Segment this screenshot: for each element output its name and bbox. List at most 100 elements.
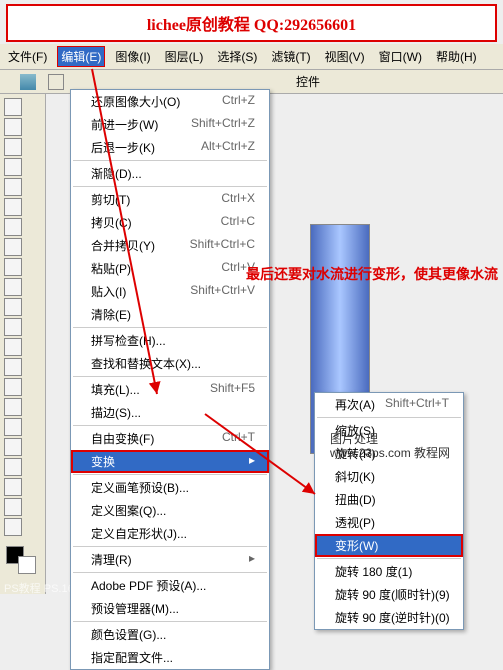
edit-menu-item-14[interactable]: 查找和替换文本(X)... bbox=[71, 352, 269, 375]
edit-menu-item-17[interactable]: 描边(S)... bbox=[71, 401, 269, 424]
shortcut-label: Shift+Ctrl+T bbox=[385, 396, 449, 413]
menu-label: 后退一步(K) bbox=[91, 139, 155, 156]
menu-label: 拷贝(C) bbox=[91, 214, 132, 231]
edit-menu-item-10[interactable]: 贴入(I) Shift+Ctrl+V bbox=[71, 280, 269, 303]
wand-tool-icon[interactable] bbox=[4, 158, 22, 176]
edit-menu-item-32[interactable]: 指定配置文件... bbox=[71, 646, 269, 669]
eyedropper-tool-icon[interactable] bbox=[4, 478, 22, 496]
type-tool-icon[interactable] bbox=[4, 398, 22, 416]
hand-tool-icon[interactable] bbox=[4, 498, 22, 516]
marquee-tool-icon[interactable] bbox=[4, 118, 22, 136]
transform-menu-item-5[interactable]: 扭曲(D) bbox=[315, 488, 463, 511]
menu-label: 描边(S)... bbox=[91, 404, 141, 421]
options-label: 控件 bbox=[296, 73, 320, 90]
menu-label: 预设管理器(M)... bbox=[91, 600, 179, 617]
transform-menu-item-9[interactable]: 旋转 180 度(1) bbox=[315, 560, 463, 583]
dodge-tool-icon[interactable] bbox=[4, 358, 22, 376]
menu-label: 贴入(I) bbox=[91, 283, 126, 300]
menu-edit[interactable]: 编辑(E) bbox=[57, 46, 105, 67]
edit-menu-item-11[interactable]: 清除(E) bbox=[71, 303, 269, 326]
notes-tool-icon[interactable] bbox=[4, 458, 22, 476]
edit-menu-item-29[interactable]: 预设管理器(M)... bbox=[71, 597, 269, 620]
tool-preset-icon[interactable] bbox=[48, 74, 64, 90]
move-tool-icon[interactable] bbox=[4, 98, 22, 116]
menu-label: 变形(W) bbox=[335, 537, 378, 554]
menu-label: 旋转 90 度(顺时针)(9) bbox=[335, 586, 450, 603]
menu-help[interactable]: 帮助(H) bbox=[432, 46, 481, 67]
menu-label: 旋转 180 度(1) bbox=[335, 563, 412, 580]
edit-menu-item-16[interactable]: 填充(L)...Shift+F5 bbox=[71, 378, 269, 401]
transform-submenu: 再次(A)Shift+Ctrl+T缩放(S)旋转(R)斜切(K)扭曲(D)透视(… bbox=[314, 392, 464, 630]
history-brush-tool-icon[interactable] bbox=[4, 278, 22, 296]
shortcut-label: Shift+Ctrl+Z bbox=[191, 116, 255, 133]
menu-image[interactable]: 图像(I) bbox=[111, 46, 154, 67]
menu-layer[interactable]: 图层(L) bbox=[161, 46, 208, 67]
stamp-line2: www.23ps.com 教程网 bbox=[330, 446, 450, 460]
slice-tool-icon[interactable] bbox=[4, 198, 22, 216]
menu-select[interactable]: 选择(S) bbox=[213, 46, 261, 67]
edit-menu-item-6[interactable]: 剪切(T)Ctrl+X bbox=[71, 188, 269, 211]
menu-label: 变换 bbox=[91, 453, 115, 470]
menu-view[interactable]: 视图(V) bbox=[321, 46, 369, 67]
menu-label: 合并拷贝(Y) bbox=[91, 237, 155, 254]
heal-tool-icon[interactable] bbox=[4, 218, 22, 236]
menu-label: 扭曲(D) bbox=[335, 491, 376, 508]
shortcut-label: Ctrl+T bbox=[222, 430, 255, 447]
path-tool-icon[interactable] bbox=[4, 378, 22, 396]
stamp-tool-icon[interactable] bbox=[4, 258, 22, 276]
eraser-tool-icon[interactable] bbox=[4, 298, 22, 316]
menu-label: 渐隐(D)... bbox=[91, 165, 142, 182]
edit-menu-item-20[interactable]: 变换▸ bbox=[71, 450, 269, 473]
blur-tool-icon[interactable] bbox=[4, 338, 22, 356]
edit-menu-item-23[interactable]: 定义图案(Q)... bbox=[71, 499, 269, 522]
edit-menu-item-31[interactable]: 颜色设置(G)... bbox=[71, 623, 269, 646]
transform-menu-item-11[interactable]: 旋转 90 度(逆时针)(0) bbox=[315, 606, 463, 629]
ps-app-icon[interactable] bbox=[20, 74, 36, 90]
tutorial-banner: lichee原创教程 QQ:292656601 bbox=[6, 4, 497, 42]
shortcut-label: Ctrl+Z bbox=[222, 93, 255, 110]
crop-tool-icon[interactable] bbox=[4, 178, 22, 196]
shortcut-label: Ctrl+X bbox=[221, 191, 255, 208]
edit-menu-item-19[interactable]: 自由变换(F) Ctrl+T bbox=[71, 427, 269, 450]
shape-tool-icon[interactable] bbox=[4, 438, 22, 456]
menu-label: 清理(R) bbox=[91, 551, 132, 568]
menu-file[interactable]: 文件(F) bbox=[4, 46, 51, 67]
gradient-tool-icon[interactable] bbox=[4, 318, 22, 336]
menu-window[interactable]: 窗口(W) bbox=[375, 46, 426, 67]
menu-label: 前进一步(W) bbox=[91, 116, 158, 133]
menu-label: 清除(E) bbox=[91, 306, 131, 323]
shortcut-label: Ctrl+C bbox=[221, 214, 255, 231]
transform-menu-item-0[interactable]: 再次(A)Shift+Ctrl+T bbox=[315, 393, 463, 416]
brush-tool-icon[interactable] bbox=[4, 238, 22, 256]
transform-menu-item-6[interactable]: 透视(P) bbox=[315, 511, 463, 534]
transform-menu-item-4[interactable]: 斜切(K) bbox=[315, 465, 463, 488]
menu-label: 透视(P) bbox=[335, 514, 375, 531]
edit-menu-item-2[interactable]: 后退一步(K)Alt+Ctrl+Z bbox=[71, 136, 269, 159]
shortcut-label: Shift+Ctrl+C bbox=[190, 237, 255, 254]
edit-menu-item-24[interactable]: 定义自定形状(J)... bbox=[71, 522, 269, 545]
menu-label: 粘贴(P) bbox=[91, 260, 131, 277]
edit-menu-item-26[interactable]: 清理(R)▸ bbox=[71, 548, 269, 571]
edit-menu-item-1[interactable]: 前进一步(W) Shift+Ctrl+Z bbox=[71, 113, 269, 136]
edit-menu-item-9[interactable]: 粘贴(P)Ctrl+V bbox=[71, 257, 269, 280]
edit-menu-item-28[interactable]: Adobe PDF 预设(A)... bbox=[71, 574, 269, 597]
shortcut-label: Shift+Ctrl+V bbox=[190, 283, 255, 300]
edit-menu-item-0[interactable]: 还原图像大小(O)Ctrl+Z bbox=[71, 90, 269, 113]
edit-menu-item-13[interactable]: 拼写检查(H)... bbox=[71, 329, 269, 352]
lasso-tool-icon[interactable] bbox=[4, 138, 22, 156]
menu-label: 定义画笔预设(B)... bbox=[91, 479, 189, 496]
transform-menu-item-10[interactable]: 旋转 90 度(顺时针)(9) bbox=[315, 583, 463, 606]
edit-menu-item-22[interactable]: 定义画笔预设(B)... bbox=[71, 476, 269, 499]
watermark-stamp: 图片处理 www.23ps.com 教程网 bbox=[330, 432, 450, 460]
annotation-text: 最后还要对水流进行变形，使其更像水流 bbox=[246, 264, 498, 284]
menu-label: 自由变换(F) bbox=[91, 430, 154, 447]
pen-tool-icon[interactable] bbox=[4, 418, 22, 436]
edit-menu-item-8[interactable]: 合并拷贝(Y) Shift+Ctrl+C bbox=[71, 234, 269, 257]
zoom-tool-icon[interactable] bbox=[4, 518, 22, 536]
edit-menu-item-4[interactable]: 渐隐(D)... bbox=[71, 162, 269, 185]
transform-menu-item-7[interactable]: 变形(W) bbox=[315, 534, 463, 557]
menu-filter[interactable]: 滤镜(T) bbox=[267, 46, 314, 67]
stamp-line1: 图片处理 bbox=[330, 432, 450, 446]
edit-menu-item-7[interactable]: 拷贝(C) Ctrl+C bbox=[71, 211, 269, 234]
background-color-swatch[interactable] bbox=[18, 556, 36, 574]
